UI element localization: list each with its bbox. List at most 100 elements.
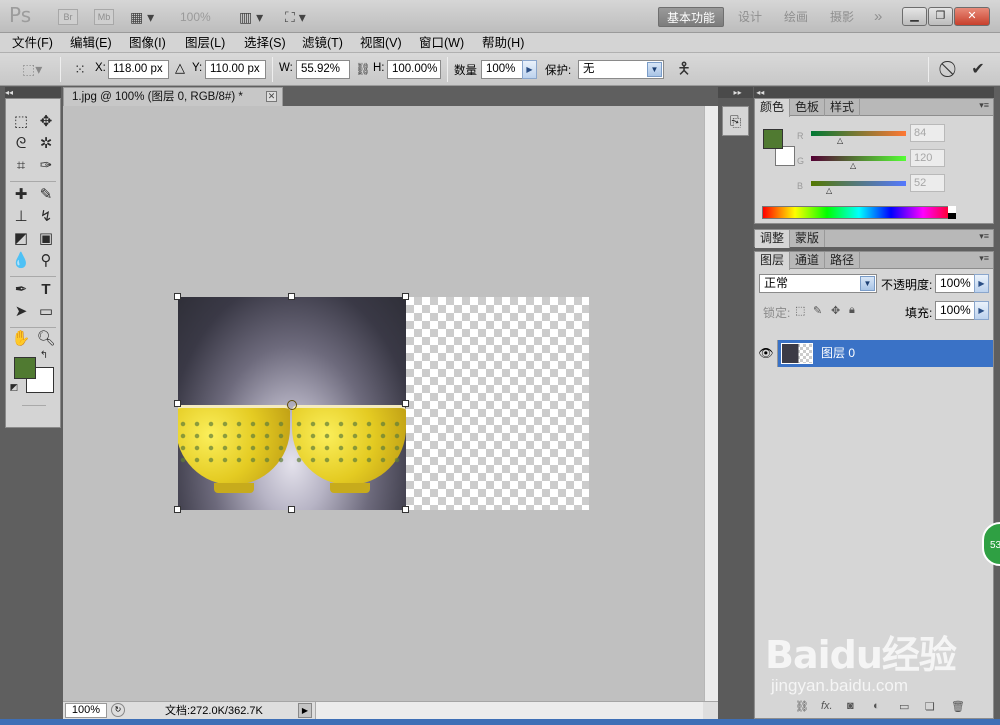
menu-window[interactable]: 窗口(W) [419,35,464,51]
workspace-design-button[interactable]: 设计 [730,7,770,27]
launch-mini-bridge-button[interactable]: Mb [94,9,114,25]
color-bg-swatch[interactable] [775,146,795,166]
opacity-field[interactable]: 100% [935,274,975,293]
transform-handle-bottom[interactable] [288,506,295,513]
tab-adjustments[interactable]: 调整 [755,230,791,248]
status-menu-arrow-icon[interactable]: ▶ [298,703,312,718]
more-workspaces-icon[interactable]: » [866,7,890,27]
lock-position-icon[interactable]: ✥ [831,304,840,317]
y-position-field[interactable]: 110.00 px [205,60,266,79]
protect-skin-tones-icon[interactable]: 🯅 [674,60,694,79]
brush-tool-icon[interactable]: ✎ [34,184,58,206]
status-zoom-field[interactable]: 100% [65,703,107,718]
minimize-button[interactable]: ▁ [902,7,927,26]
b-slider-thumb[interactable]: △ [826,186,832,195]
color-spectrum-ramp[interactable] [762,206,956,219]
r-value-field[interactable]: 84 [910,124,945,142]
zoom-tool-icon[interactable]: 🔍︎ [34,328,58,350]
pen-tool-icon[interactable]: ✒ [9,279,33,301]
x-position-field[interactable]: 118.00 px [108,60,169,79]
panel-menu-icon[interactable]: ▾≡ [979,253,989,264]
transform-handle-bottom-right[interactable] [402,506,409,513]
move-tool-icon[interactable]: ✥ [34,111,58,133]
quick-mask-icon[interactable] [22,405,46,406]
link-proportions-icon[interactable]: ⛓ [353,60,373,79]
history-brush-tool-icon[interactable]: ↯ [34,206,58,228]
history-panel-icon[interactable]: ⎘ [722,106,749,136]
tab-paths[interactable]: 路径 [825,252,861,269]
fill-slider-arrow-icon[interactable]: ▶ [974,301,989,320]
transform-pivot-point[interactable] [287,400,297,410]
eyedropper-tool-icon[interactable]: ✑ [34,155,58,177]
tab-swatches[interactable]: 色板 [790,99,826,116]
protect-select[interactable]: 无 ▼ [578,60,664,79]
restore-button[interactable]: ❐ [928,7,953,26]
menu-layer[interactable]: 图层(L) [185,35,225,51]
view-extras-icon[interactable]: ▦ ▾ [130,6,154,28]
amount-slider-arrow-icon[interactable]: ▶ [522,60,537,79]
tab-masks[interactable]: 蒙版 [790,230,826,247]
spectrum-white-swatch[interactable] [948,206,956,213]
lasso-tool-icon[interactable]: ᘓ [9,133,33,155]
eraser-tool-icon[interactable]: ◩ [9,228,33,250]
crop-tool-icon[interactable]: ⌗ [9,155,33,177]
layer-row[interactable]: 👁︎ 图层 0 [755,340,993,367]
tool-preset-icon[interactable]: ⬚▾ [22,60,42,79]
lock-image-icon[interactable]: ✎ [813,304,822,317]
gradient-tool-icon[interactable]: ▣ [34,228,58,250]
workspace-photography-button[interactable]: 摄影 [822,7,862,27]
blend-mode-select[interactable]: 正常 ▼ [759,274,877,293]
spectrum-black-swatch[interactable] [948,213,956,219]
r-slider-thumb[interactable]: △ [837,136,843,145]
panel-menu-icon[interactable]: ▾≡ [979,100,989,111]
lock-all-icon[interactable]: 🔒︎ [849,304,855,317]
type-tool-icon[interactable]: T [34,279,58,301]
dodge-tool-icon[interactable]: ⚲ [34,250,58,272]
transform-handle-left[interactable] [174,400,181,407]
clone-stamp-tool-icon[interactable]: ⊥ [9,206,33,228]
transform-handle-bottom-left[interactable] [174,506,181,513]
blur-tool-icon[interactable]: 💧 [9,250,33,272]
layer-name[interactable]: 图层 0 [821,340,855,367]
transform-handle-top[interactable] [288,293,295,300]
color-fg-swatch[interactable] [763,129,783,149]
tab-channels[interactable]: 通道 [790,252,826,269]
menu-help[interactable]: 帮助(H) [482,35,524,51]
screen-mode-icon[interactable]: ⛶ ▾ [285,6,306,28]
arrange-documents-icon[interactable]: ▥ ▾ [239,6,263,28]
launch-bridge-button[interactable]: Br [58,9,78,25]
magic-wand-tool-icon[interactable]: ✲ [34,133,58,155]
tab-styles[interactable]: 样式 [825,99,861,116]
height-scale-field[interactable]: 100.00% [387,60,441,79]
b-value-field[interactable]: 52 [910,174,945,192]
workspace-painting-button[interactable]: 绘画 [776,7,816,27]
g-slider-thumb[interactable]: △ [850,161,856,170]
panel-menu-icon[interactable]: ▾≡ [979,231,989,242]
g-value-field[interactable]: 120 [910,149,945,167]
zoom-level-field[interactable]: 100% [180,6,211,28]
canvas-area[interactable] [63,106,704,701]
transform-handle-right[interactable] [402,400,409,407]
horizontal-scrollbar[interactable] [315,702,703,719]
healing-brush-tool-icon[interactable]: ✚ [9,184,33,206]
eye-icon[interactable]: 👁︎ [755,340,778,367]
fill-field[interactable]: 100% [935,301,975,320]
relative-position-icon[interactable]: △ [175,60,185,76]
width-scale-field[interactable]: 55.92% [296,60,350,79]
transform-handle-top-left[interactable] [174,293,181,300]
menu-filter[interactable]: 滤镜(T) [302,35,343,51]
marquee-tool-icon[interactable]: ⬚ [9,111,33,133]
rectangle-tool-icon[interactable]: ▭ [34,301,58,323]
opacity-slider-arrow-icon[interactable]: ▶ [974,274,989,293]
menu-edit[interactable]: 编辑(E) [70,35,112,51]
tab-color[interactable]: 颜色 [755,99,791,117]
menu-file[interactable]: 文件(F) [12,35,53,51]
vertical-scrollbar[interactable] [704,106,718,701]
hand-tool-icon[interactable]: ✋ [9,328,33,350]
swap-colors-icon[interactable]: ↰ [36,349,52,363]
reference-point-icon[interactable]: ⁙ [70,60,90,79]
r-slider[interactable] [811,131,906,136]
menu-view[interactable]: 视图(V) [360,35,402,51]
path-selection-tool-icon[interactable]: ➤ [9,301,33,323]
g-slider[interactable] [811,156,906,161]
